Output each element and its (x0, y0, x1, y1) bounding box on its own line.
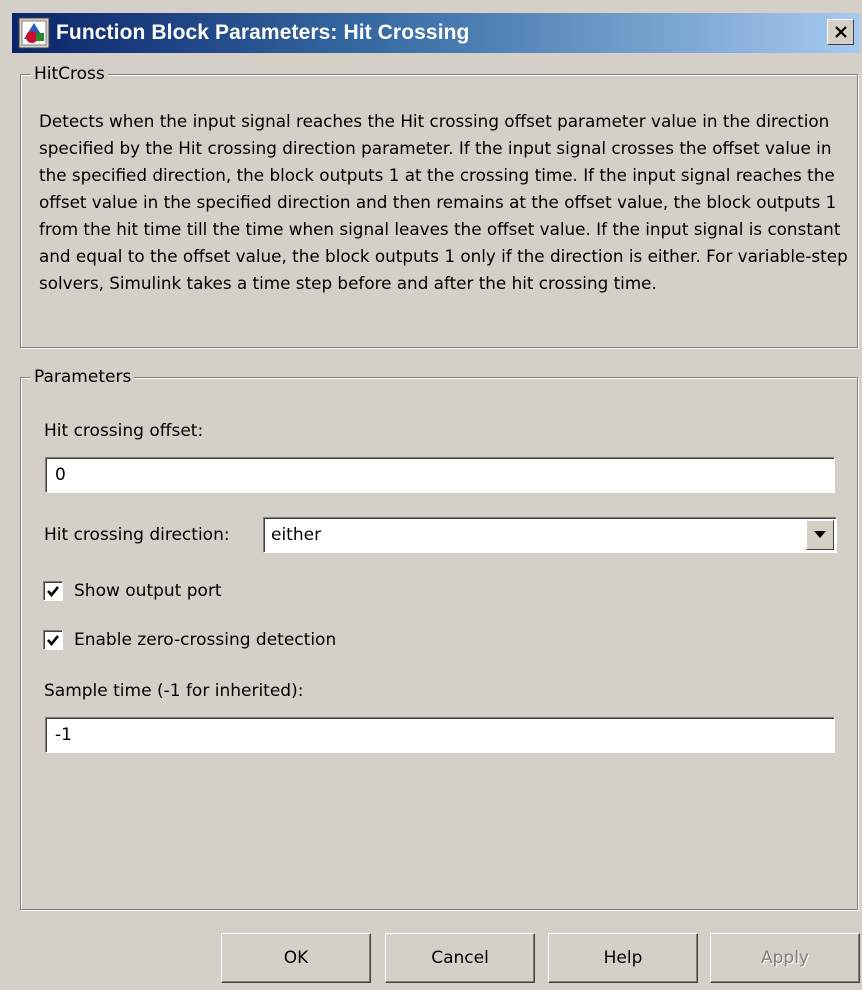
parameters-group-label: Parameters (31, 366, 135, 388)
description-group: HitCross Detects when the input signal r… (20, 63, 858, 348)
help-button[interactable]: Help (548, 933, 698, 983)
show-output-port-checkbox[interactable] (43, 581, 63, 601)
apply-button[interactable]: Apply (710, 933, 860, 983)
checkmark-icon (47, 585, 60, 597)
ok-button[interactable]: OK (221, 933, 371, 983)
parameters-group: Parameters Hit crossing offset: 0 Hit cr… (20, 366, 858, 910)
close-button[interactable] (827, 19, 854, 45)
checkmark-icon (47, 634, 60, 646)
zero-crossing-checkbox[interactable] (43, 630, 63, 650)
sample-time-label: Sample time (-1 for inherited): (44, 681, 304, 701)
dropdown-button[interactable] (806, 520, 834, 550)
description-group-label: HitCross (31, 63, 108, 85)
title-bar[interactable]: Function Block Parameters: Hit Crossing (12, 13, 860, 53)
cancel-button[interactable]: Cancel (385, 933, 535, 983)
chevron-down-icon (814, 531, 826, 538)
hit-offset-input[interactable]: 0 (45, 457, 835, 493)
simulink-block-icon (18, 17, 50, 49)
dialog-window: Function Block Parameters: Hit Crossing … (0, 0, 862, 990)
zero-crossing-label: Enable zero-crossing detection (74, 630, 337, 650)
show-output-port-label: Show output port (74, 581, 222, 601)
sample-time-input[interactable]: -1 (45, 717, 835, 753)
window-title: Function Block Parameters: Hit Crossing (56, 21, 470, 44)
hit-direction-value: either (271, 525, 322, 545)
zero-crossing-option[interactable]: Enable zero-crossing detection (43, 630, 336, 650)
show-output-port-option[interactable]: Show output port (43, 581, 222, 601)
hit-direction-dropdown[interactable]: either (263, 517, 837, 553)
close-icon (834, 26, 847, 38)
hit-direction-label: Hit crossing direction: (44, 525, 230, 545)
hit-offset-label: Hit crossing offset: (44, 421, 204, 441)
block-description: Detects when the input signal reaches th… (39, 111, 848, 293)
